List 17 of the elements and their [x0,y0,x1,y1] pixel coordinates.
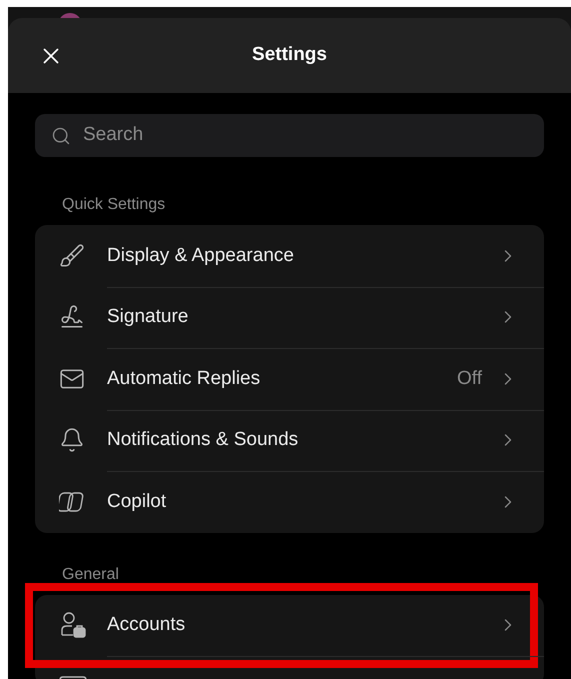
settings-row[interactable]: Automatic Replies Off [35,348,544,410]
signature-pen-icon [59,304,85,330]
section-title: General [61,564,120,584]
settings-row[interactable]: Notifications & Sounds [35,410,544,471]
setting-value: Off [457,366,482,390]
settings-row[interactable]: Signature [35,286,544,348]
bell-icon [59,427,85,454]
settings-row[interactable]: Display & Appearance [35,225,544,286]
settings-row[interactable]: Copilot [35,471,544,532]
search-icon [51,126,71,146]
settings-row[interactable]: Accounts [35,594,544,656]
section-title: Quick Settings [61,195,166,215]
window-title: Settings [252,43,327,68]
search-input[interactable]: Search [83,121,528,150]
search-field[interactable]: Search [35,114,544,157]
paintbrush-icon [59,242,85,269]
person-briefcase-icon [59,611,87,640]
